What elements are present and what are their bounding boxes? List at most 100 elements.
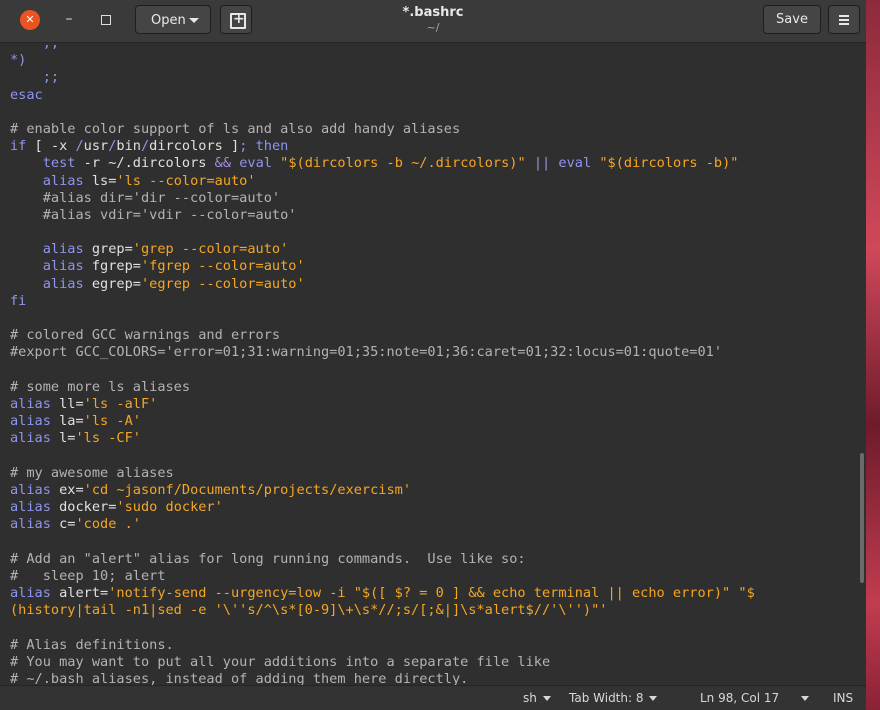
code-line[interactable]: alias egrep='egrep --color=auto' (10, 276, 755, 293)
code-token: -r ~/.dircolors (75, 155, 215, 172)
code-line[interactable]: #export GCC_COLORS='error=01;31:warning=… (10, 344, 755, 361)
cursor-position-selector[interactable]: Ln 98, Col 17 (700, 691, 810, 705)
code-token: usr (83, 138, 109, 155)
code-token: alias (10, 499, 51, 516)
code-line[interactable]: alias fgrep='fgrep --color=auto' (10, 258, 755, 275)
chevron-down-icon (649, 696, 658, 701)
code-token: # ~/.bash_aliases, instead of adding the… (10, 670, 469, 686)
code-token: test (42, 155, 76, 172)
code-line[interactable]: # Add an "alert" alias for long running … (10, 551, 755, 568)
code-line[interactable]: esac (10, 87, 755, 104)
code-line[interactable] (10, 448, 755, 465)
status-bar: sh Tab Width: 8 Ln 98, Col 17 INS (0, 685, 866, 710)
code-token: 'fgrep --color=auto' (140, 258, 305, 275)
save-button[interactable]: Save (763, 5, 821, 34)
code-line[interactable]: test -r ~/.dircolors && eval "$(dircolor… (10, 155, 755, 172)
code-line[interactable] (10, 224, 755, 241)
code-line[interactable]: fi (10, 293, 755, 310)
tab-width-selector[interactable]: Tab Width: 8 (569, 691, 658, 705)
code-line[interactable]: # You may want to put all your additions… (10, 654, 755, 671)
code-token: "$(dircolors -b ~/.dircolors)" (280, 155, 526, 172)
code-line[interactable] (10, 619, 755, 636)
code-token: eval (239, 155, 272, 172)
code-token: #alias vdir='vdir --color=auto' (10, 206, 297, 223)
code-token: eval (558, 155, 592, 172)
insert-mode-indicator[interactable]: INS (833, 691, 853, 705)
code-token: #alias dir='dir --color=auto' (10, 189, 281, 206)
scrollbar[interactable] (860, 453, 864, 583)
code-line[interactable]: (history|tail -n1|sed -e '\''s/^\s*[0-9]… (10, 602, 755, 619)
code-area[interactable]: ;; *) ;; esac # enable color support of ls… (10, 43, 755, 686)
code-line[interactable]: #alias vdir='vdir --color=auto' (10, 207, 755, 224)
code-line[interactable]: # ~/.bash_aliases, instead of adding the… (10, 671, 755, 686)
code-line[interactable]: alias alert='notify-send --urgency=low -… (10, 585, 755, 602)
code-line[interactable]: *) (10, 52, 755, 69)
hamburger-menu-icon[interactable] (828, 5, 860, 34)
code-token: fgrep= (83, 258, 141, 275)
code-token: "$(dircolors -b)" (599, 155, 739, 172)
code-line[interactable]: # Alias definitions. (10, 637, 755, 654)
code-token: fi (10, 292, 27, 309)
code-token: if (10, 138, 27, 155)
code-token: 'ls -A' (83, 413, 141, 430)
chevron-down-icon (542, 696, 551, 701)
code-token: alias (42, 241, 84, 258)
code-token: ;; (10, 69, 60, 86)
code-token: alias (42, 258, 84, 275)
code-line[interactable]: # some more ls aliases (10, 379, 755, 396)
code-line[interactable] (10, 104, 755, 121)
code-token: # You may want to put all your additions… (10, 653, 551, 670)
code-line[interactable]: #alias dir='dir --color=auto' (10, 190, 755, 207)
window-title: *.bashrc (402, 5, 464, 20)
code-token: 'ls -CF' (75, 430, 141, 447)
window-subtitle: ~/ (426, 21, 440, 34)
code-line[interactable]: alias grep='grep --color=auto' (10, 241, 755, 258)
code-token: alias (10, 481, 51, 498)
text-editor[interactable]: ;; *) ;; esac # enable color support of ls… (0, 43, 866, 686)
code-token: docker= (50, 499, 117, 516)
code-line[interactable] (10, 533, 755, 550)
code-token: # sleep 10; alert (10, 567, 166, 584)
code-token: grep= (83, 241, 133, 258)
code-line[interactable] (10, 310, 755, 327)
code-line[interactable]: # colored GCC warnings and errors (10, 327, 755, 344)
code-token: ex= (50, 481, 84, 498)
code-token: *) (10, 52, 27, 69)
code-token: / (75, 138, 84, 155)
code-line[interactable]: ;; (10, 69, 755, 86)
code-token: bin (116, 138, 141, 155)
code-line[interactable]: alias docker='sudo docker' (10, 499, 755, 516)
code-line[interactable]: # my awesome aliases (10, 465, 755, 482)
code-token: l= (50, 430, 76, 447)
code-token: (history|tail -n1|sed -e '\''s/^\s*[0-9]… (10, 602, 608, 619)
code-token: 'ls -alF' (83, 395, 158, 412)
code-line[interactable]: # enable color support of ls and also ad… (10, 121, 755, 138)
code-line[interactable]: # sleep 10; alert (10, 568, 755, 585)
code-token: ; then (239, 138, 289, 155)
code-token: 'grep --color=auto' (132, 241, 289, 258)
code-token: alias (42, 275, 84, 292)
code-token: # enable color support of ls and also ad… (10, 120, 461, 137)
code-line[interactable] (10, 362, 755, 379)
code-token: esac (10, 86, 43, 103)
language-selector[interactable]: sh (523, 691, 551, 705)
code-line[interactable]: alias ex='cd ~jasonf/Documents/projects/… (10, 482, 755, 499)
code-token: la= (50, 413, 84, 430)
code-token: egrep= (83, 275, 141, 292)
code-line[interactable]: alias l='ls -CF' (10, 430, 755, 447)
code-token: alias (42, 172, 84, 189)
code-line[interactable]: alias ls='ls --color=auto' (10, 173, 755, 190)
code-line[interactable]: ;; (10, 43, 755, 52)
code-line[interactable]: alias la='ls -A' (10, 413, 755, 430)
code-line[interactable]: alias c='code .' (10, 516, 755, 533)
code-token: ll= (50, 395, 84, 412)
desktop-background-right (866, 0, 880, 710)
code-line[interactable]: alias ll='ls -alF' (10, 396, 755, 413)
chevron-down-icon (801, 696, 810, 701)
code-token: 'code .' (75, 516, 141, 533)
code-line[interactable]: if [ -x /usr/bin/dircolors ]; then (10, 138, 755, 155)
